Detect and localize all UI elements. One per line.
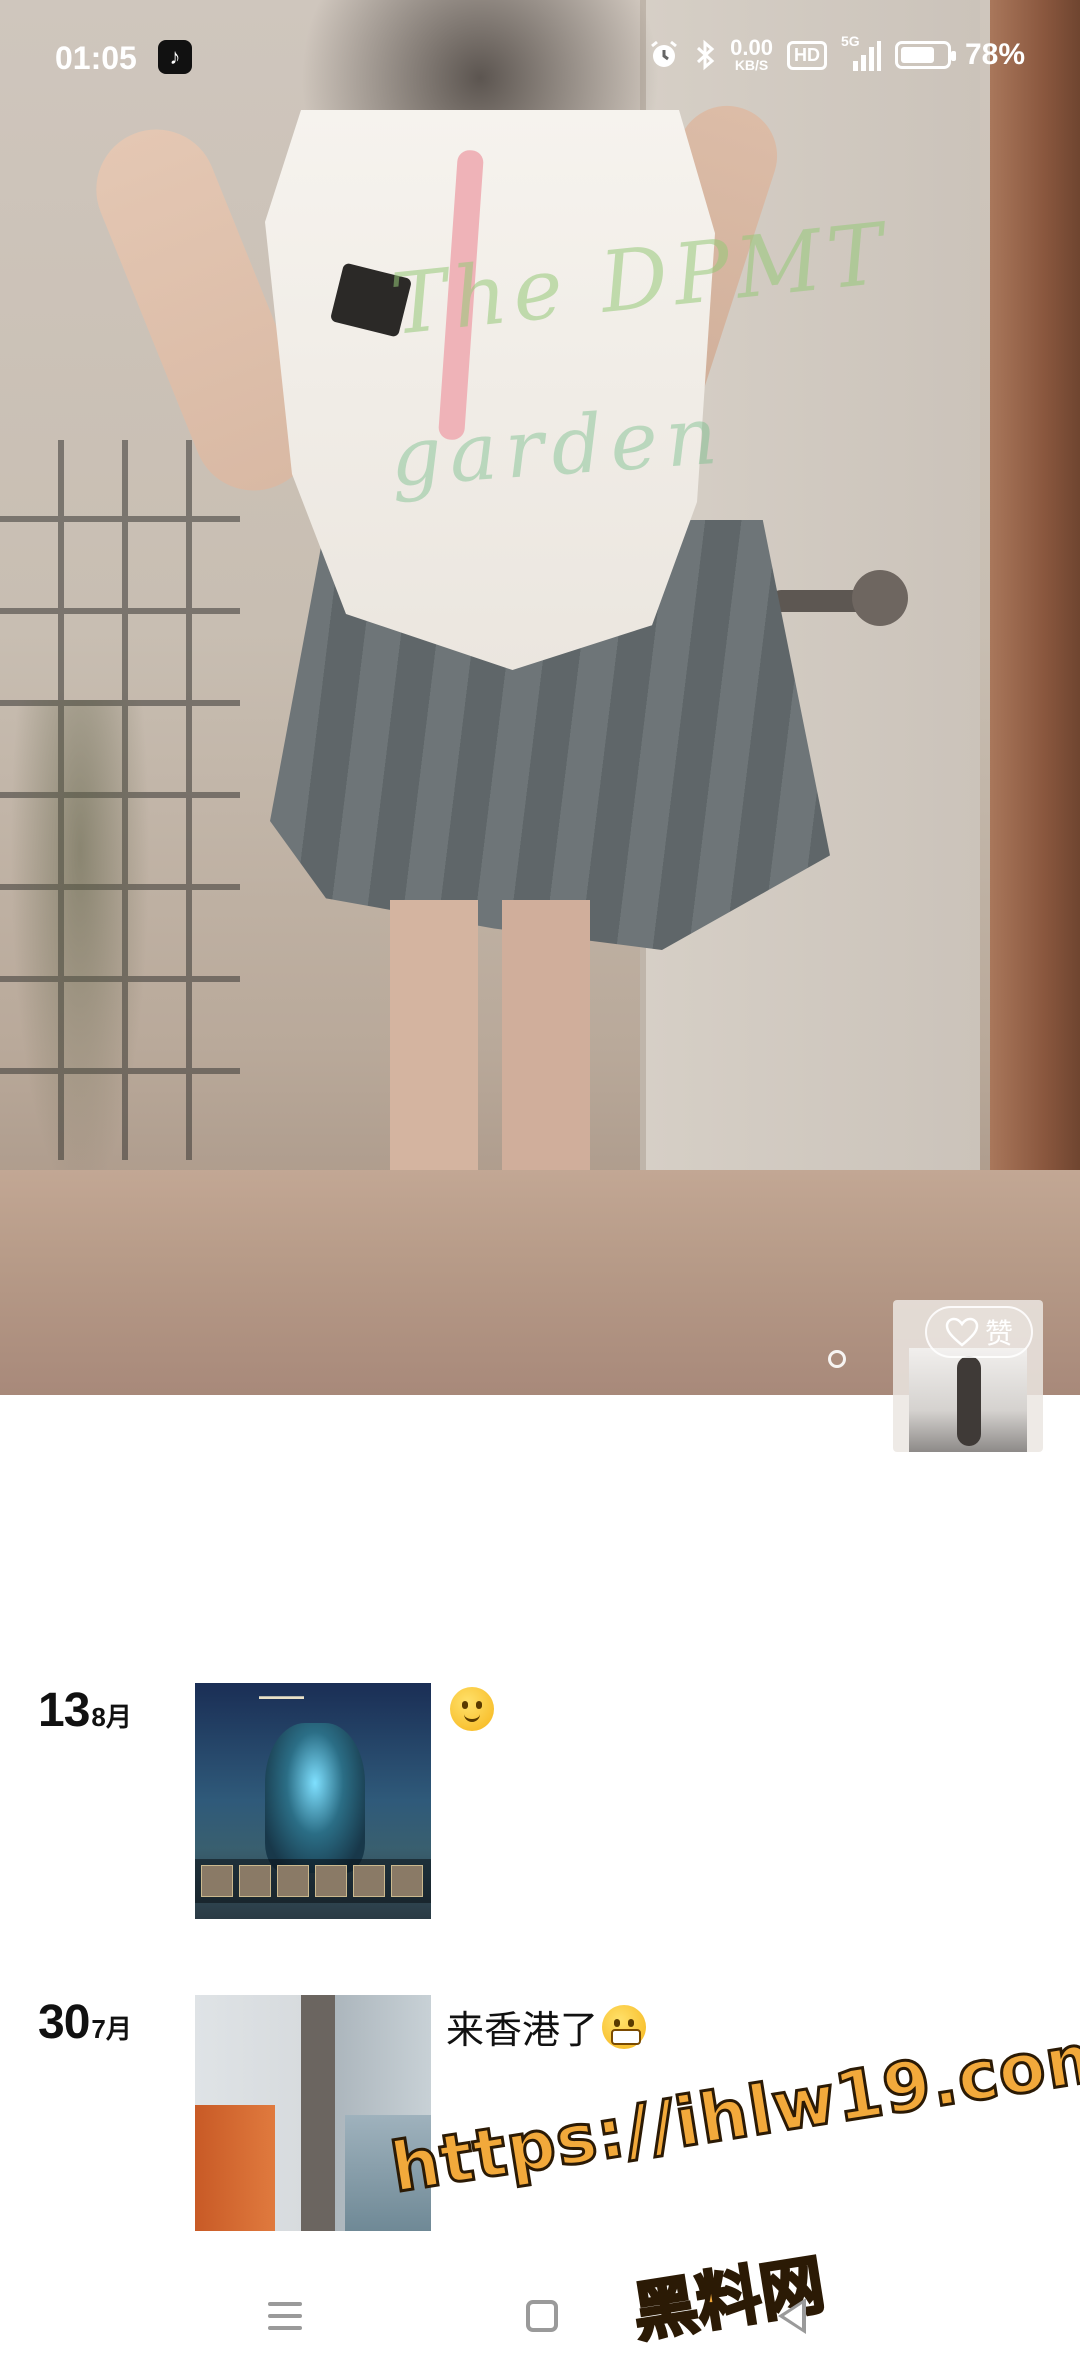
- status-time: 01:05: [55, 40, 137, 76]
- skill-slot: [315, 1865, 347, 1897]
- post-caption-text: 来香港了: [446, 2010, 599, 2052]
- skill-slot: [239, 1865, 271, 1897]
- post-day: 13: [38, 1684, 90, 1737]
- post-caption: [446, 1687, 494, 1731]
- like-label: 赞: [985, 1318, 1014, 1349]
- skill-slot: [353, 1865, 385, 1897]
- cover-photo[interactable]: The DPMT garden: [0, 0, 1080, 1395]
- status-bar: 01:05 ♪ 0.00 KB/S HD 5G 78%: [0, 0, 1080, 120]
- photo-door-knob: [852, 570, 908, 626]
- status-icons: 0.00 KB/S HD 5G 78%: [648, 33, 1025, 73]
- battery-fill: [900, 47, 934, 63]
- home-icon[interactable]: [526, 2300, 558, 2332]
- post-month: 8月: [91, 1702, 132, 1732]
- signal: 5G: [841, 33, 881, 71]
- post-photo[interactable]: ▬▬▬▬▬: [195, 1683, 431, 1919]
- bluetooth-icon: [697, 39, 715, 71]
- post-month: 7月: [91, 2014, 132, 2044]
- net-speed: 0.00 KB/S: [730, 35, 773, 73]
- skill-slot: [277, 1865, 309, 1897]
- battery-percent: 78%: [964, 38, 1025, 71]
- game-title-graphic: ▬▬▬▬▬: [259, 1691, 304, 1701]
- dot-indicator-icon: [828, 1350, 846, 1368]
- network-label: 5G: [840, 33, 860, 49]
- like-card-thumbnail: [909, 1348, 1027, 1452]
- like-button[interactable]: 赞: [925, 1306, 1034, 1358]
- window-frame-graphic: [301, 1995, 335, 2231]
- post-date: 138月: [38, 1683, 132, 1738]
- skill-slot: [201, 1865, 233, 1897]
- system-nav-bar: [0, 2280, 1080, 2379]
- tiktok-icon: ♪: [158, 40, 192, 74]
- game-skill-strip: [195, 1859, 431, 1903]
- grimacing-face-icon: [602, 2004, 647, 2049]
- battery-icon: [894, 41, 956, 69]
- post-caption: 来香港了: [446, 1999, 647, 2054]
- heart-icon: [945, 1317, 979, 1347]
- net-speed-value: 0.00: [730, 35, 773, 60]
- photo-legs: [390, 900, 590, 1180]
- post-date: 307月: [38, 1995, 132, 2050]
- menu-icon[interactable]: [268, 2302, 302, 2330]
- game-hero-graphic: [265, 1723, 365, 1873]
- back-icon[interactable]: [778, 2298, 806, 2334]
- post-day: 30: [38, 1996, 90, 2049]
- alarm-icon: [651, 40, 678, 67]
- photo-plant: [10, 700, 150, 1200]
- smiling-face-icon: [450, 1687, 494, 1731]
- skill-slot: [391, 1865, 423, 1897]
- bag-graphic: [195, 2105, 275, 2231]
- hd-badge: HD: [786, 40, 827, 70]
- net-speed-unit: KB/S: [734, 57, 769, 73]
